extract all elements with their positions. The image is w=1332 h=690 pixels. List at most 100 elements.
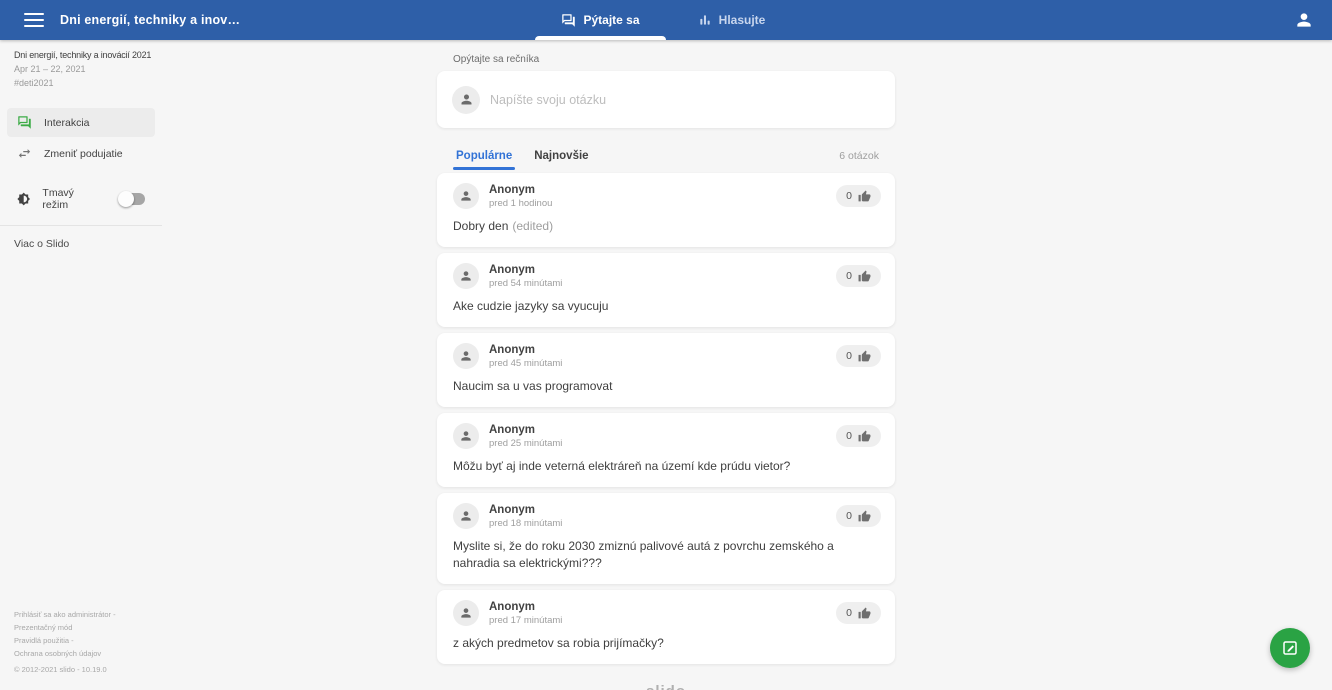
dark-mode-toggle[interactable] [120,193,145,205]
edited-label: (edited) [512,219,553,233]
question-author: Anonym [489,264,562,276]
thumbs-up-icon [858,607,871,620]
like-count: 0 [846,430,852,442]
terms-link[interactable]: Pravidlá použitia - [14,634,116,647]
question-author: Anonym [489,184,552,196]
compose-question-fab[interactable] [1270,628,1310,668]
swap-horizontal-icon [17,146,32,161]
thumbs-up-icon [858,270,871,283]
question-time: pred 54 minútami [489,278,562,289]
question-card: Anonym pred 1 hodinou 0 Dobry den (edited… [437,173,895,247]
ask-speaker-label: Opýtajte sa rečníka [453,54,895,65]
sidebar-footer: Prihlásiť sa ako administrátor - Prezent… [14,608,116,674]
person-icon [459,349,473,363]
question-text: Dobry den [453,219,508,233]
present-mode-link[interactable]: Prezentačný mód [14,621,116,634]
person-icon [459,92,474,107]
like-button[interactable]: 0 [836,425,881,447]
question-text-row: Dobry den (edited) [453,218,879,235]
question-time: pred 18 minútami [489,518,562,529]
sidebar-item-interaction[interactable]: Interakcia [7,108,155,137]
question-filter-bar: Populárne Najnovšie 6 otázok [453,144,879,170]
question-author: Anonym [489,504,562,516]
tab-ask-questions[interactable]: Pýtajte sa [535,0,666,40]
question-card: Anonym pred 18 minútami 0 Myslite si, že… [437,493,895,584]
tab-popular[interactable]: Populárne [453,150,515,170]
avatar [453,263,479,289]
like-button[interactable]: 0 [836,345,881,367]
app-bar-event-title: Dni energií, techniky a inov… [60,13,240,27]
thumbs-up-icon [858,190,871,203]
question-author: Anonym [489,344,562,356]
like-button[interactable]: 0 [836,185,881,207]
hamburger-menu-icon[interactable] [24,13,44,27]
question-answer-icon [561,13,576,28]
avatar [452,86,480,114]
like-count: 0 [846,270,852,282]
question-card: Anonym pred 45 minútami 0 Naucim sa u va… [437,333,895,407]
person-icon [459,269,473,283]
person-icon [459,509,473,523]
event-hashtag: #deti2021 [14,78,148,88]
thumbs-up-icon [858,350,871,363]
tab-ask-label: Pýtajte sa [583,13,639,27]
person-icon [459,606,473,620]
dark-mode-row: Tmavý režim [7,184,155,213]
dark-mode-label: Tmavý režim [42,187,100,211]
avatar [453,343,479,369]
account-button[interactable] [1294,10,1314,30]
person-icon [1294,10,1314,30]
question-input[interactable] [490,93,880,107]
question-card: Anonym pred 54 minútami 0 Ake cudzie jaz… [437,253,895,327]
header-tab-bar: Pýtajte sa Hlasujte [535,0,797,40]
edit-icon [1281,639,1299,657]
tab-polls[interactable]: Hlasujte [666,0,797,40]
question-time: pred 1 hodinou [489,198,552,209]
qa-main-column: Opýtajte sa rečníka Populárne Najnovšie … [437,40,895,670]
sidebar-item-switch-event[interactable]: Zmeniť podujatie [7,139,155,168]
dark-mode-icon [17,192,30,206]
question-time: pred 25 minútami [489,438,562,449]
avatar [453,503,479,529]
like-count: 0 [846,350,852,362]
sidebar-item-label: Zmeniť podujatie [44,148,123,160]
like-count: 0 [846,607,852,619]
sidebar-item-label: Interakcia [44,117,90,129]
question-author: Anonym [489,601,562,613]
toggle-knob [118,191,134,207]
tab-polls-label: Hlasujte [719,13,766,27]
event-info: Dni energií, techniky a inovácií 2021 Ap… [0,40,162,94]
question-list: Anonym pred 1 hodinou 0 Dobry den (edited… [437,173,895,664]
question-time: pred 45 minútami [489,358,562,369]
sidebar-menu: Interakcia Zmeniť podujatie [0,108,162,168]
question-answer-green-icon [17,115,32,130]
like-count: 0 [846,510,852,522]
admin-login-link[interactable]: Prihlásiť sa ako administrátor - [14,608,116,621]
person-icon [459,189,473,203]
question-text: Naucim sa u vas programovat [453,378,879,395]
sidebar: Dni energií, techniky a inovácií 2021 Ap… [0,40,162,690]
avatar [453,423,479,449]
bar-chart-icon [698,13,712,27]
like-count: 0 [846,190,852,202]
question-author: Anonym [489,424,562,436]
slido-logo: slido [0,683,1332,690]
event-name: Dni energií, techniky a inovácií 2021 [14,50,148,60]
question-time: pred 17 minútami [489,615,562,626]
question-text: Myslite si, že do roku 2030 zmiznú paliv… [453,538,879,572]
question-text: Ake cudzie jazyky sa vyucuju [453,298,879,315]
avatar [453,600,479,626]
question-text: z akých predmetov sa robia prijímačky? [453,635,879,652]
top-app-bar: Dni energií, techniky a inov… Pýtajte sa… [0,0,1332,40]
about-slido-link[interactable]: Viac o Slido [0,226,162,262]
privacy-link[interactable]: Ochrana osobných údajov [14,647,116,660]
like-button[interactable]: 0 [836,602,881,624]
avatar [453,183,479,209]
like-button[interactable]: 0 [836,505,881,527]
ask-question-card[interactable] [437,71,895,128]
thumbs-up-icon [858,430,871,443]
question-text: Môžu byť aj inde veterná elektráreň na ú… [453,458,879,475]
tab-newest[interactable]: Najnovšie [531,150,591,170]
copyright-text: © 2012-2021 slido - 10.19.0 [14,665,116,674]
like-button[interactable]: 0 [836,265,881,287]
